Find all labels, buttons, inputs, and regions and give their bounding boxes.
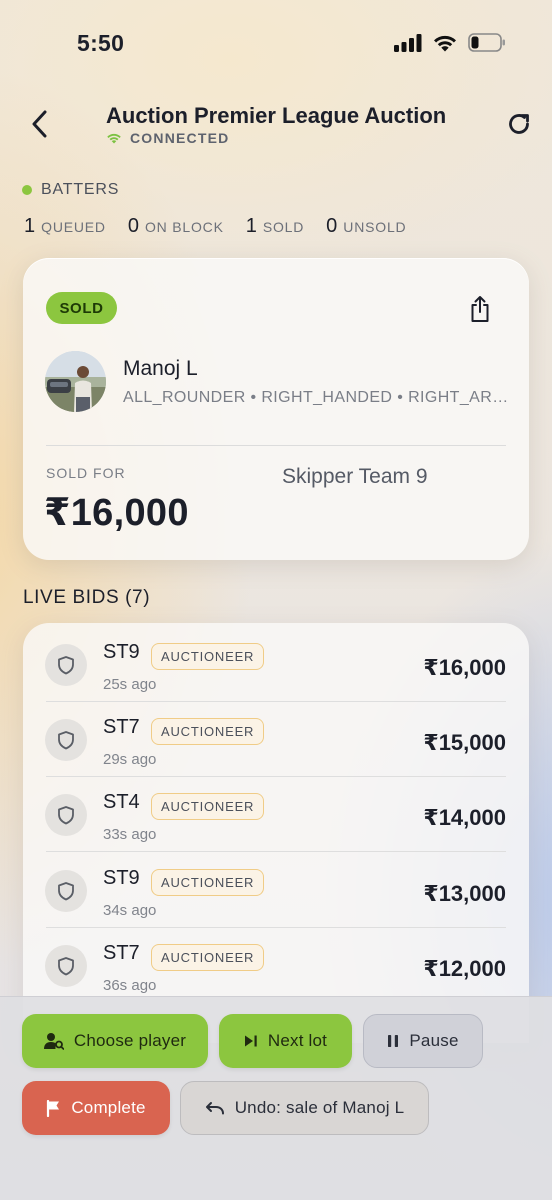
bid-row: ST9 AUCTIONEER 25s ago ₹16,000: [23, 627, 529, 702]
shield-icon: [45, 644, 87, 686]
connection-status: CONNECTED: [106, 130, 229, 146]
count-label: UNSOLD: [343, 219, 407, 235]
bid-role-badge: AUCTIONEER: [151, 643, 265, 670]
player-meta: ALL_ROUNDER • RIGHT_HANDED • RIGHT_ARM_M…: [123, 389, 513, 406]
wifi-connected-icon: [107, 133, 121, 144]
undo-sale-label: Undo: sale of Manoj L: [234, 1098, 405, 1117]
bid-team: ST9: [103, 641, 140, 663]
count-number: 0: [127, 215, 139, 237]
bid-role-badge: AUCTIONEER: [151, 869, 265, 896]
bid-amount: ₹15,000: [423, 730, 506, 755]
bid-row: ST7 AUCTIONEER 29s ago ₹15,000: [23, 702, 529, 777]
undo-icon: [205, 1102, 224, 1115]
connection-label: CONNECTED: [130, 130, 230, 146]
bid-role-badge: AUCTIONEER: [151, 793, 265, 820]
category-label: BATTERS: [41, 181, 120, 198]
bid-row: ST9 AUCTIONEER 34s ago ₹13,000: [23, 853, 529, 928]
chevron-left-icon: [32, 110, 47, 138]
bid-role-badge: AUCTIONEER: [151, 718, 265, 745]
card-divider: [46, 445, 506, 446]
category-indicator: BATTERS: [22, 181, 119, 199]
signal-icon: [394, 33, 422, 52]
player-name: Manoj L: [123, 357, 198, 380]
bid-team: ST9: [103, 867, 140, 889]
bid-time: 33s ago: [103, 826, 157, 843]
bid-amount: ₹16,000: [423, 655, 506, 680]
bid-time: 29s ago: [103, 751, 157, 768]
pause-icon: [388, 1035, 399, 1047]
battery-icon: [468, 33, 505, 52]
sold-amount: ₹16,000: [44, 492, 189, 534]
back-button[interactable]: [22, 104, 58, 144]
count-number: 1: [24, 215, 36, 237]
next-lot-button[interactable]: Next lot: [219, 1014, 352, 1068]
bid-time: 25s ago: [103, 676, 157, 693]
shield-icon: [45, 794, 87, 836]
bid-team: ST7: [103, 716, 140, 738]
bid-time: 34s ago: [103, 902, 157, 919]
bid-amount: ₹12,000: [423, 956, 506, 981]
bid-row: ST4 AUCTIONEER 33s ago ₹14,000: [23, 777, 529, 852]
count-number: 1: [245, 215, 257, 237]
flag-icon: [47, 1099, 60, 1117]
count-label: QUEUED: [41, 219, 106, 235]
shield-icon: [45, 945, 87, 987]
pause-label: Pause: [409, 1031, 459, 1050]
choose-player-button[interactable]: Choose player: [22, 1014, 208, 1068]
choose-player-label: Choose player: [73, 1031, 187, 1050]
count-on-block: 0 ON BLOCK: [128, 215, 224, 238]
count-number: 0: [326, 215, 338, 237]
row-divider: [46, 851, 506, 852]
status-time: 5:50: [77, 30, 125, 56]
undo-sale-button[interactable]: Undo: sale of Manoj L: [180, 1081, 429, 1135]
page-title: Auction Premier League Auction: [106, 103, 447, 128]
count-label: SOLD: [262, 219, 305, 235]
wifi-icon: [434, 35, 456, 52]
bid-team: ST7: [103, 942, 140, 964]
complete-label: Complete: [71, 1098, 146, 1117]
bid-role-badge: AUCTIONEER: [151, 944, 265, 971]
user-search-icon: [43, 1033, 64, 1050]
sold-status-badge: SOLD: [46, 292, 117, 324]
share-icon: [471, 296, 489, 322]
status-icons: [394, 33, 506, 52]
refresh-button[interactable]: [500, 104, 538, 144]
category-dot: [22, 185, 32, 195]
pause-button[interactable]: Pause: [363, 1014, 483, 1068]
bid-time: 36s ago: [103, 977, 157, 994]
count-label: ON BLOCK: [144, 219, 224, 235]
complete-button[interactable]: Complete: [22, 1081, 170, 1135]
live-bids-title: LIVE BIDS (7): [23, 587, 151, 608]
count-sold: 1 SOLD: [246, 215, 304, 238]
winning-team: Skipper Team 9: [282, 465, 428, 488]
count-unsold: 0 UNSOLD: [326, 215, 406, 238]
shield-icon: [45, 870, 87, 912]
sold-for-label: SOLD FOR: [46, 465, 126, 481]
action-bar: Choose player Next lot Pause Complete Un…: [0, 996, 552, 1200]
count-queued: 1 QUEUED: [24, 215, 106, 238]
next-lot-label: Next lot: [267, 1031, 328, 1050]
shield-icon: [45, 719, 87, 761]
bid-amount: ₹13,000: [423, 881, 506, 906]
refresh-icon: [509, 114, 529, 134]
skip-next-icon: [244, 1035, 257, 1047]
lot-counts: 1 QUEUED 0 ON BLOCK 1 SOLD 0 UNSOLD: [24, 215, 406, 238]
bid-team: ST4: [103, 791, 140, 813]
live-bids-list[interactable]: ST9 AUCTIONEER 25s ago ₹16,000 ST7 AUCTI…: [23, 623, 529, 1043]
player-avatar: [45, 351, 106, 412]
share-button[interactable]: [464, 292, 496, 326]
bid-row: ST7 AUCTIONEER 36s ago ₹12,000: [23, 928, 529, 1003]
bid-amount: ₹14,000: [423, 805, 506, 830]
